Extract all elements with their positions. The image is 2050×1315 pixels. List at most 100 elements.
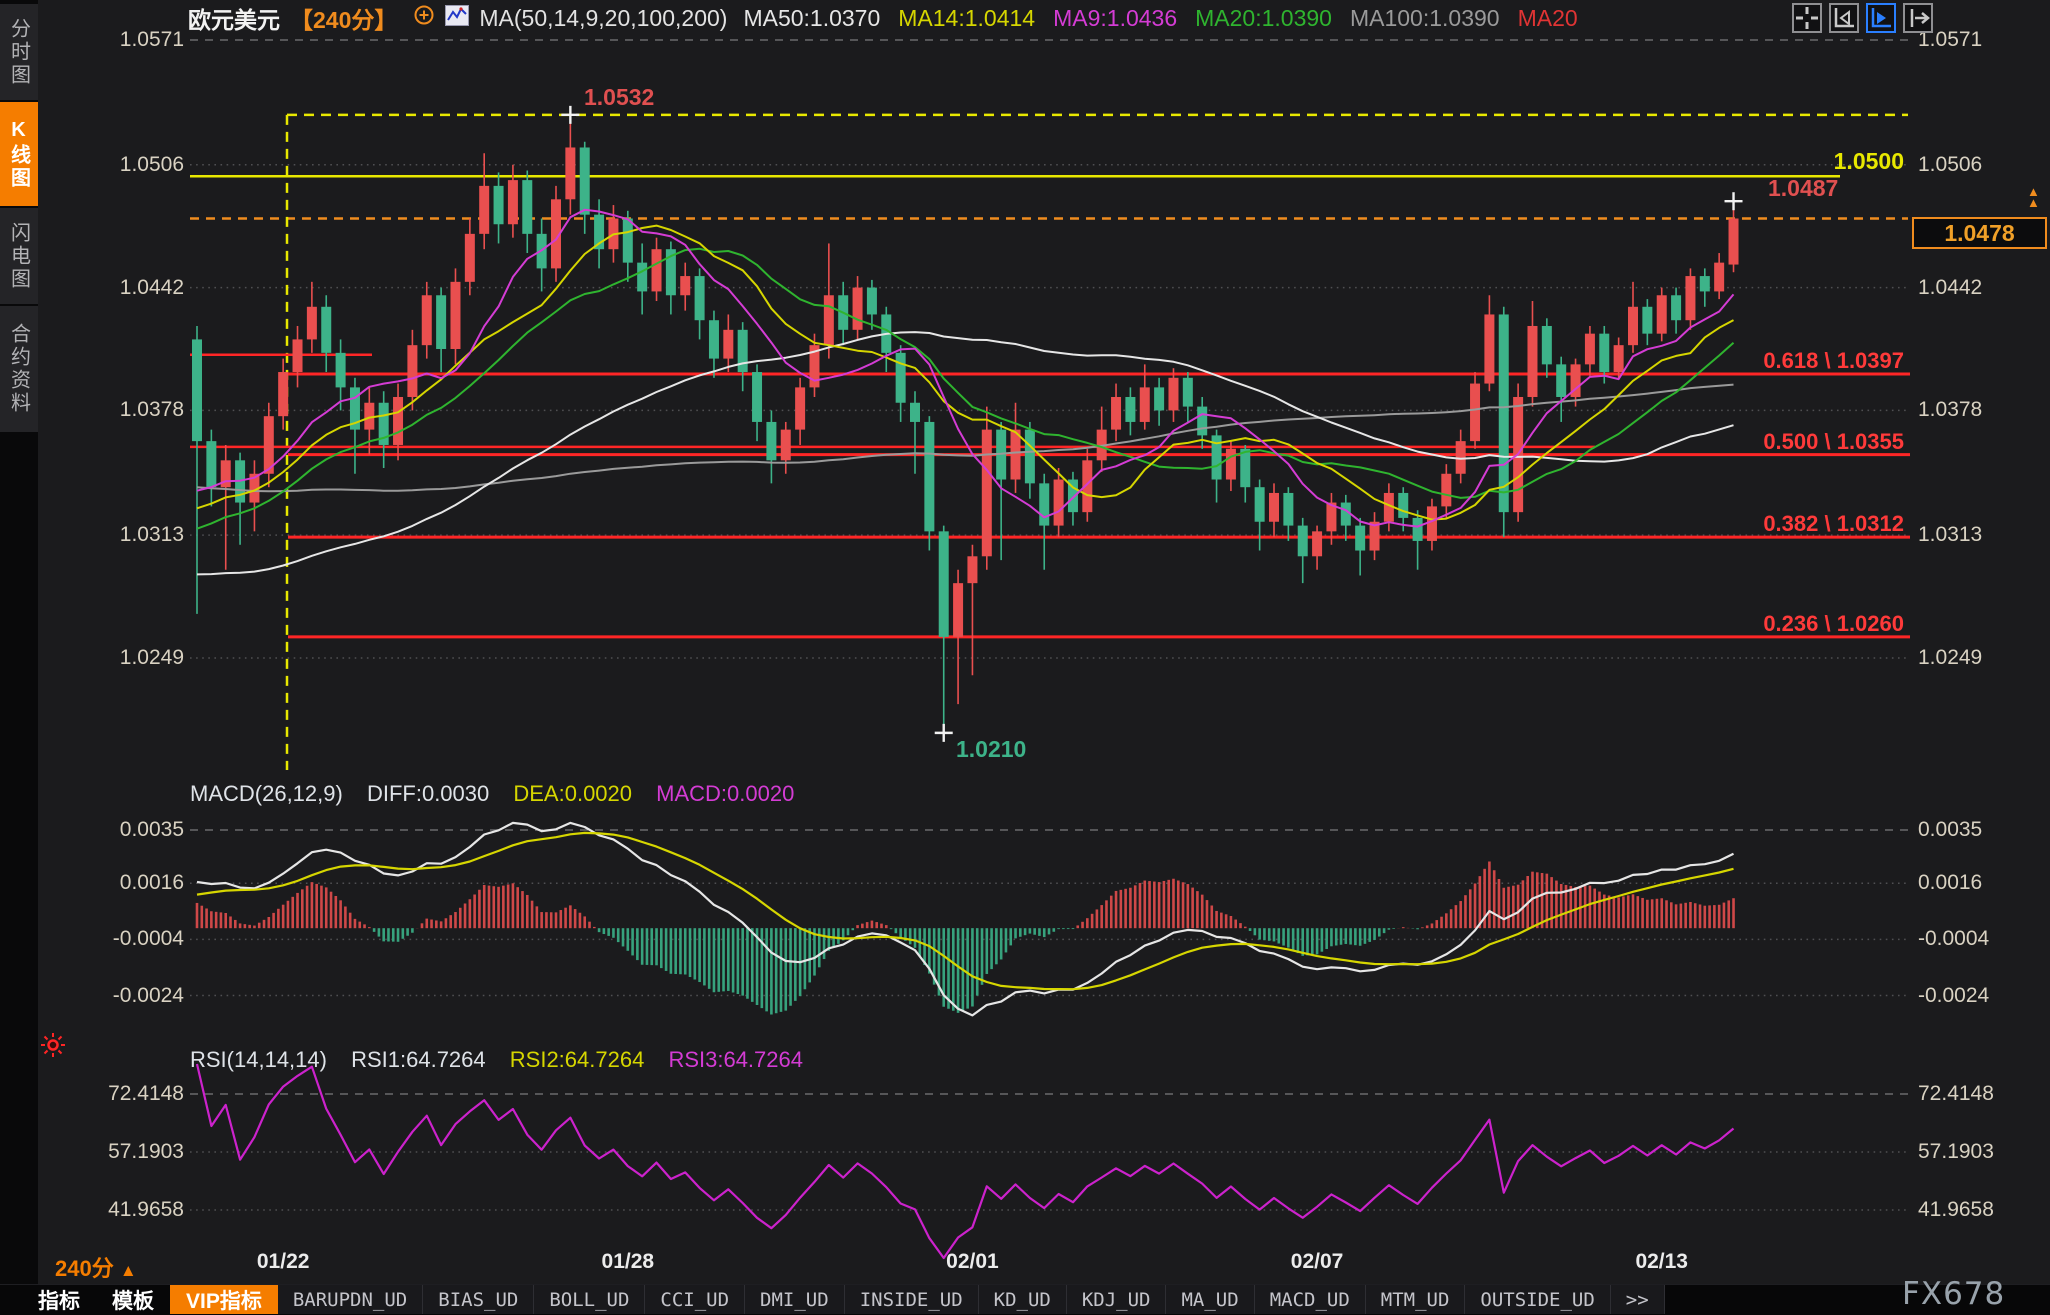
interval-arrow-icon: ▲ <box>120 1261 137 1280</box>
date-tick-label: 01/28 <box>602 1250 655 1274</box>
rsi2-value: RSI2:64.7264 <box>510 1047 645 1072</box>
toolbar-tab-0[interactable]: 指标 <box>22 1285 96 1314</box>
candle <box>450 268 460 364</box>
ma-legend-item-3: MA20:1.0390 <box>1195 5 1332 31</box>
macd-indicator-header: MACD(26,12,9) DIFF:0.0030 DEA:0.0020 MAC… <box>190 781 812 807</box>
bar-high-annotation: 1.0487 <box>1768 175 1838 202</box>
ma-legend-item-4: MA100:1.0390 <box>1350 5 1500 31</box>
toolbar-tab-7[interactable]: DMI_UD <box>745 1285 845 1314</box>
candle <box>652 238 662 301</box>
rsi-axis-label-left: 72.4148 <box>84 1082 184 1106</box>
toolbar-tab-5[interactable]: BOLL_UD <box>534 1285 645 1314</box>
sidebar-item-0[interactable]: 分时图 <box>0 4 38 100</box>
toolbar-tab-15[interactable]: >> <box>1611 1285 1665 1314</box>
price-axis-label-right: 1.0378 <box>1918 398 1982 422</box>
shift-right-icon[interactable] <box>1903 3 1933 33</box>
candle <box>680 263 690 311</box>
toolbar-tab-4[interactable]: BIAS_UD <box>423 1285 534 1314</box>
indicator-type-icon[interactable] <box>445 5 469 32</box>
price-axis-label-right: 1.0249 <box>1918 646 1982 670</box>
candle <box>1298 518 1308 583</box>
candle <box>795 378 805 445</box>
candle <box>1700 268 1710 306</box>
rsi-axis-label-left: 41.9658 <box>84 1198 184 1222</box>
macd-axis-label-right: -0.0024 <box>1918 984 1989 1008</box>
ma-legend-item-0: MA50:1.0370 <box>743 5 880 31</box>
macd-axis-label-left: -0.0024 <box>84 984 184 1008</box>
price-axis-label-right: 1.0442 <box>1918 276 1982 300</box>
price-chart[interactable] <box>0 0 2050 1314</box>
toolbar-tab-9[interactable]: KD_UD <box>979 1285 1067 1314</box>
toolbar-tab-2[interactable]: VIP指标 <box>170 1285 278 1314</box>
candle <box>695 268 705 339</box>
candle <box>1312 526 1322 570</box>
fib-level-label-0: 0.618 \ 1.0397 <box>1672 348 1904 374</box>
interval-selector[interactable]: 240分 ▲ <box>55 1251 137 1283</box>
rsi1-value: RSI1:64.7264 <box>351 1047 486 1072</box>
candle <box>1427 499 1437 551</box>
candle <box>1671 288 1681 334</box>
candle <box>1527 301 1537 407</box>
candle <box>924 416 934 550</box>
candle <box>1269 483 1279 537</box>
axis-scale-right-icon[interactable] <box>1866 3 1896 33</box>
sidebar-item-2[interactable]: 闪电图 <box>0 208 38 304</box>
candle <box>1226 441 1236 491</box>
candle <box>1484 295 1494 391</box>
rsi-layer <box>197 1064 1734 1258</box>
rsi-title: RSI(14,14,14) <box>190 1047 327 1072</box>
price-axis-label-left: 1.0442 <box>84 276 184 300</box>
ma-settings-label: MA(50,14,9,20,100,200) <box>479 5 727 32</box>
fib-level-label-2: 0.382 \ 1.0312 <box>1672 511 1904 537</box>
candle <box>192 326 202 614</box>
toolbar-tab-11[interactable]: MA_UD <box>1166 1285 1254 1314</box>
candle <box>537 218 547 291</box>
price-up-arrows-icon: ▲▲ <box>2027 186 2040 208</box>
candle <box>206 430 216 507</box>
macd-axis-label-right: -0.0004 <box>1918 927 1989 951</box>
rsi-axis-label-right: 57.1903 <box>1918 1140 1994 1164</box>
sidebar-item-3[interactable]: 合约资料 <box>0 306 38 432</box>
candle <box>1183 372 1193 422</box>
macd-axis-label-left: 0.0016 <box>84 871 184 895</box>
fib-level-label-3: 0.236 \ 1.0260 <box>1672 611 1904 637</box>
add-symbol-icon[interactable] <box>413 4 435 32</box>
toolbar-tab-10[interactable]: KDJ_UD <box>1067 1285 1167 1314</box>
crosshair-marks <box>561 106 1742 742</box>
candle <box>293 326 303 387</box>
candles-layer <box>192 115 1739 733</box>
crosshair-move-icon[interactable] <box>1792 3 1822 33</box>
sidebar-item-1[interactable]: K线图 <box>0 102 38 206</box>
candle <box>824 243 834 358</box>
candle <box>1370 512 1380 560</box>
toolbar-tab-13[interactable]: MTM_UD <box>1366 1285 1466 1314</box>
axis-scale-left-icon[interactable] <box>1829 3 1859 33</box>
candle <box>738 322 748 391</box>
macd-axis-label-right: 0.0016 <box>1918 871 1982 895</box>
candle <box>723 314 733 372</box>
toolbar-tab-12[interactable]: MACD_UD <box>1255 1285 1366 1314</box>
toolbar-tab-14[interactable]: OUTSIDE_UD <box>1465 1285 1610 1314</box>
candle <box>1413 510 1423 569</box>
toolbar-tab-8[interactable]: INSIDE_UD <box>845 1285 979 1314</box>
price-axis-label-left: 1.0378 <box>84 398 184 422</box>
macd-title: MACD(26,12,9) <box>190 781 343 806</box>
price-axis-label-left: 1.0313 <box>84 523 184 547</box>
macd-diff-value: DIFF:0.0030 <box>367 781 489 806</box>
candle <box>221 445 231 570</box>
rsi-axis-label-right: 72.4148 <box>1918 1082 1994 1106</box>
price-axis-label-left: 1.0249 <box>84 646 184 670</box>
toolbar-tab-1[interactable]: 模板 <box>96 1285 170 1314</box>
macd-axis-label-right: 0.0035 <box>1918 818 1982 842</box>
candle <box>752 364 762 441</box>
candle <box>422 282 432 359</box>
candle <box>278 359 288 430</box>
toolbar-tab-3[interactable]: BARUPDN_UD <box>278 1285 423 1314</box>
candle <box>637 243 647 314</box>
candle <box>709 311 719 378</box>
interval-text: 240分 <box>55 1256 114 1281</box>
toolbar-tab-6[interactable]: CCI_UD <box>645 1285 745 1314</box>
candle <box>781 422 791 474</box>
candle <box>1054 468 1064 537</box>
ma-legend-item-2: MA9:1.0436 <box>1053 5 1177 31</box>
